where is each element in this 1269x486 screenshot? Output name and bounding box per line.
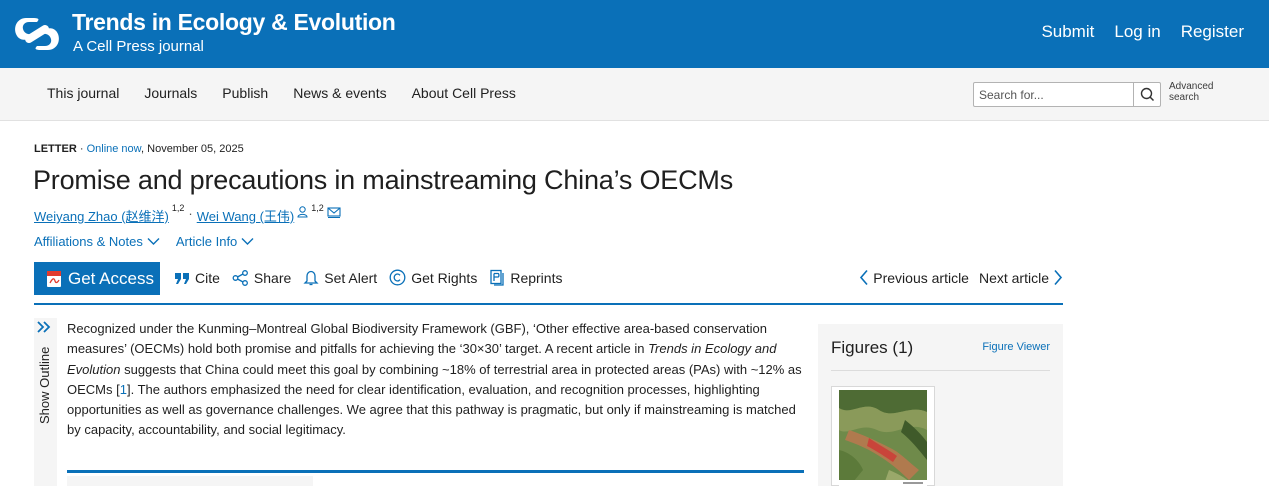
show-outline-label: Show Outline bbox=[37, 346, 52, 424]
cite-button[interactable]: Cite bbox=[174, 269, 220, 286]
author-affiliation-sup: 1,2 bbox=[311, 203, 324, 213]
chevron-right-icon bbox=[1054, 269, 1063, 286]
journal-title[interactable]: Trends in Ecology & Evolution bbox=[72, 9, 396, 36]
get-access-button[interactable]: Get Access bbox=[34, 262, 160, 295]
search-input[interactable] bbox=[974, 83, 1134, 106]
chevron-down-icon bbox=[147, 238, 160, 245]
copyright-icon bbox=[389, 269, 406, 286]
reprints-icon bbox=[490, 269, 504, 286]
journal-subtitle: A Cell Press journal bbox=[73, 38, 204, 55]
article-toolbar: Get Access Cite Share Set Alert Get Righ… bbox=[34, 262, 1063, 305]
figure-viewer-link[interactable]: Figure Viewer bbox=[982, 341, 1050, 353]
previous-article-link[interactable]: Previous article bbox=[859, 269, 969, 286]
nav-news-events[interactable]: News & events bbox=[293, 85, 386, 101]
landscape-photo-icon bbox=[839, 390, 927, 486]
search-icon bbox=[1140, 87, 1155, 102]
nav-this-journal[interactable]: This journal bbox=[47, 85, 119, 101]
get-rights-button[interactable]: Get Rights bbox=[389, 269, 477, 286]
section-divider bbox=[67, 470, 804, 473]
article-info-toggle[interactable]: Article Info bbox=[176, 234, 254, 249]
login-link[interactable]: Log in bbox=[1114, 22, 1160, 42]
next-article-link[interactable]: Next article bbox=[979, 269, 1063, 286]
email-icon[interactable] bbox=[327, 206, 341, 221]
author-link[interactable]: Wei Wang (王伟) bbox=[197, 206, 295, 225]
double-chevron-right-icon bbox=[37, 321, 51, 333]
pdf-icon bbox=[47, 270, 61, 287]
set-alert-button[interactable]: Set Alert bbox=[303, 269, 377, 286]
author-affiliation-sup: 1,2 bbox=[171, 203, 185, 213]
quote-icon bbox=[175, 272, 189, 284]
article-type: LETTER bbox=[34, 143, 77, 155]
show-outline-toggle[interactable]: Show Outline bbox=[34, 318, 57, 486]
reference-link[interactable]: 1 bbox=[120, 382, 127, 397]
person-icon bbox=[297, 206, 308, 221]
online-now-link[interactable]: Online now bbox=[87, 143, 141, 155]
publication-date: , November 05, 2025 bbox=[141, 143, 244, 155]
abstract-text: Recognized under the Kunming–Montreal Gl… bbox=[67, 321, 802, 438]
nav-publish[interactable]: Publish bbox=[222, 85, 268, 101]
author-list: Weiyang Zhao (赵维洋) 1,2 · Wei Wang (王伟) 1… bbox=[34, 203, 341, 225]
advanced-search-link[interactable]: Advanced search bbox=[1169, 81, 1229, 103]
article-info-row: Affiliations & Notes Article Info bbox=[34, 234, 254, 249]
article-title: Promise and precautions in mainstreaming… bbox=[33, 165, 734, 195]
figures-panel: Figures (1) Figure Viewer bbox=[818, 324, 1063, 486]
submit-link[interactable]: Submit bbox=[1041, 22, 1094, 42]
figure-thumbnail[interactable] bbox=[831, 386, 935, 486]
divider bbox=[831, 370, 1050, 371]
author-link[interactable]: Weiyang Zhao (赵维洋) bbox=[34, 206, 169, 225]
section-tab bbox=[67, 476, 313, 486]
chevron-left-icon bbox=[860, 269, 868, 286]
register-link[interactable]: Register bbox=[1181, 22, 1244, 42]
affiliations-toggle[interactable]: Affiliations & Notes bbox=[34, 234, 160, 249]
reprints-button[interactable]: Reprints bbox=[489, 269, 562, 286]
share-icon bbox=[232, 269, 248, 286]
share-button[interactable]: Share bbox=[232, 269, 291, 286]
cell-press-logo-icon[interactable] bbox=[12, 12, 62, 56]
site-header: Trends in Ecology & Evolution A Cell Pre… bbox=[0, 0, 1269, 68]
account-links: Submit Log in Register bbox=[1041, 22, 1244, 42]
chevron-down-icon bbox=[241, 238, 254, 245]
figures-title: Figures (1) bbox=[831, 338, 914, 357]
nav-about[interactable]: About Cell Press bbox=[412, 85, 516, 101]
nav-journals[interactable]: Journals bbox=[144, 85, 197, 101]
article-meta: LETTER · Online now, November 05, 2025 bbox=[34, 143, 244, 155]
main-nav: This journal Journals Publish News & eve… bbox=[0, 68, 1269, 121]
search-button[interactable] bbox=[1133, 83, 1160, 106]
search-box bbox=[973, 82, 1161, 107]
bell-icon bbox=[303, 270, 319, 286]
